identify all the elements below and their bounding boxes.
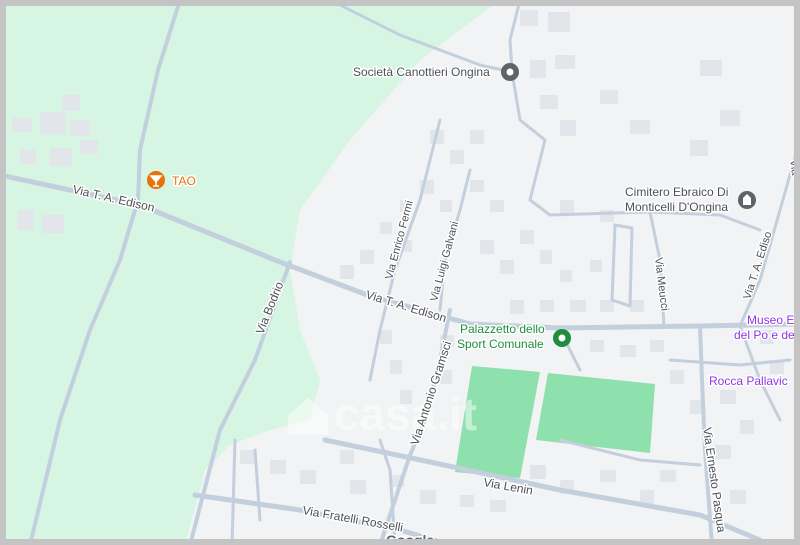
sports-field-right bbox=[536, 373, 655, 453]
watermark-text: casa.it bbox=[334, 388, 477, 440]
poi-tao[interactable]: TAO bbox=[147, 171, 197, 190]
poi-label-palazzetto-2: Sport Comunale bbox=[457, 337, 544, 351]
map-canvas[interactable]: casa.it Via T. A. Edison Via T. A. Ediso… bbox=[0, 0, 800, 545]
poi-rocca[interactable]: Rocca Pallavic bbox=[708, 373, 790, 390]
poi-label-palazzetto-1: Palazzetto dello bbox=[460, 322, 545, 336]
map-frame: casa.it Via T. A. Edison Via T. A. Ediso… bbox=[0, 0, 800, 545]
poi-label-museo-2: del Po e de bbox=[734, 328, 795, 342]
poi-label-tao: TAO bbox=[172, 174, 196, 188]
poi-label-cimitero-2: Monticelli D'Ongina bbox=[625, 200, 728, 214]
poi-label-cimitero-1: Cimitero Ebraico Di bbox=[625, 185, 728, 199]
poi-label-museo-1: Museo E bbox=[747, 313, 794, 327]
poi-label-rocca: Rocca Pallavic bbox=[709, 374, 788, 388]
poi-label-canottieri: Società Canottieri Ongina bbox=[353, 65, 490, 79]
google-logo: Google bbox=[386, 532, 434, 545]
road-label-far-right: Via bbox=[787, 159, 800, 177]
